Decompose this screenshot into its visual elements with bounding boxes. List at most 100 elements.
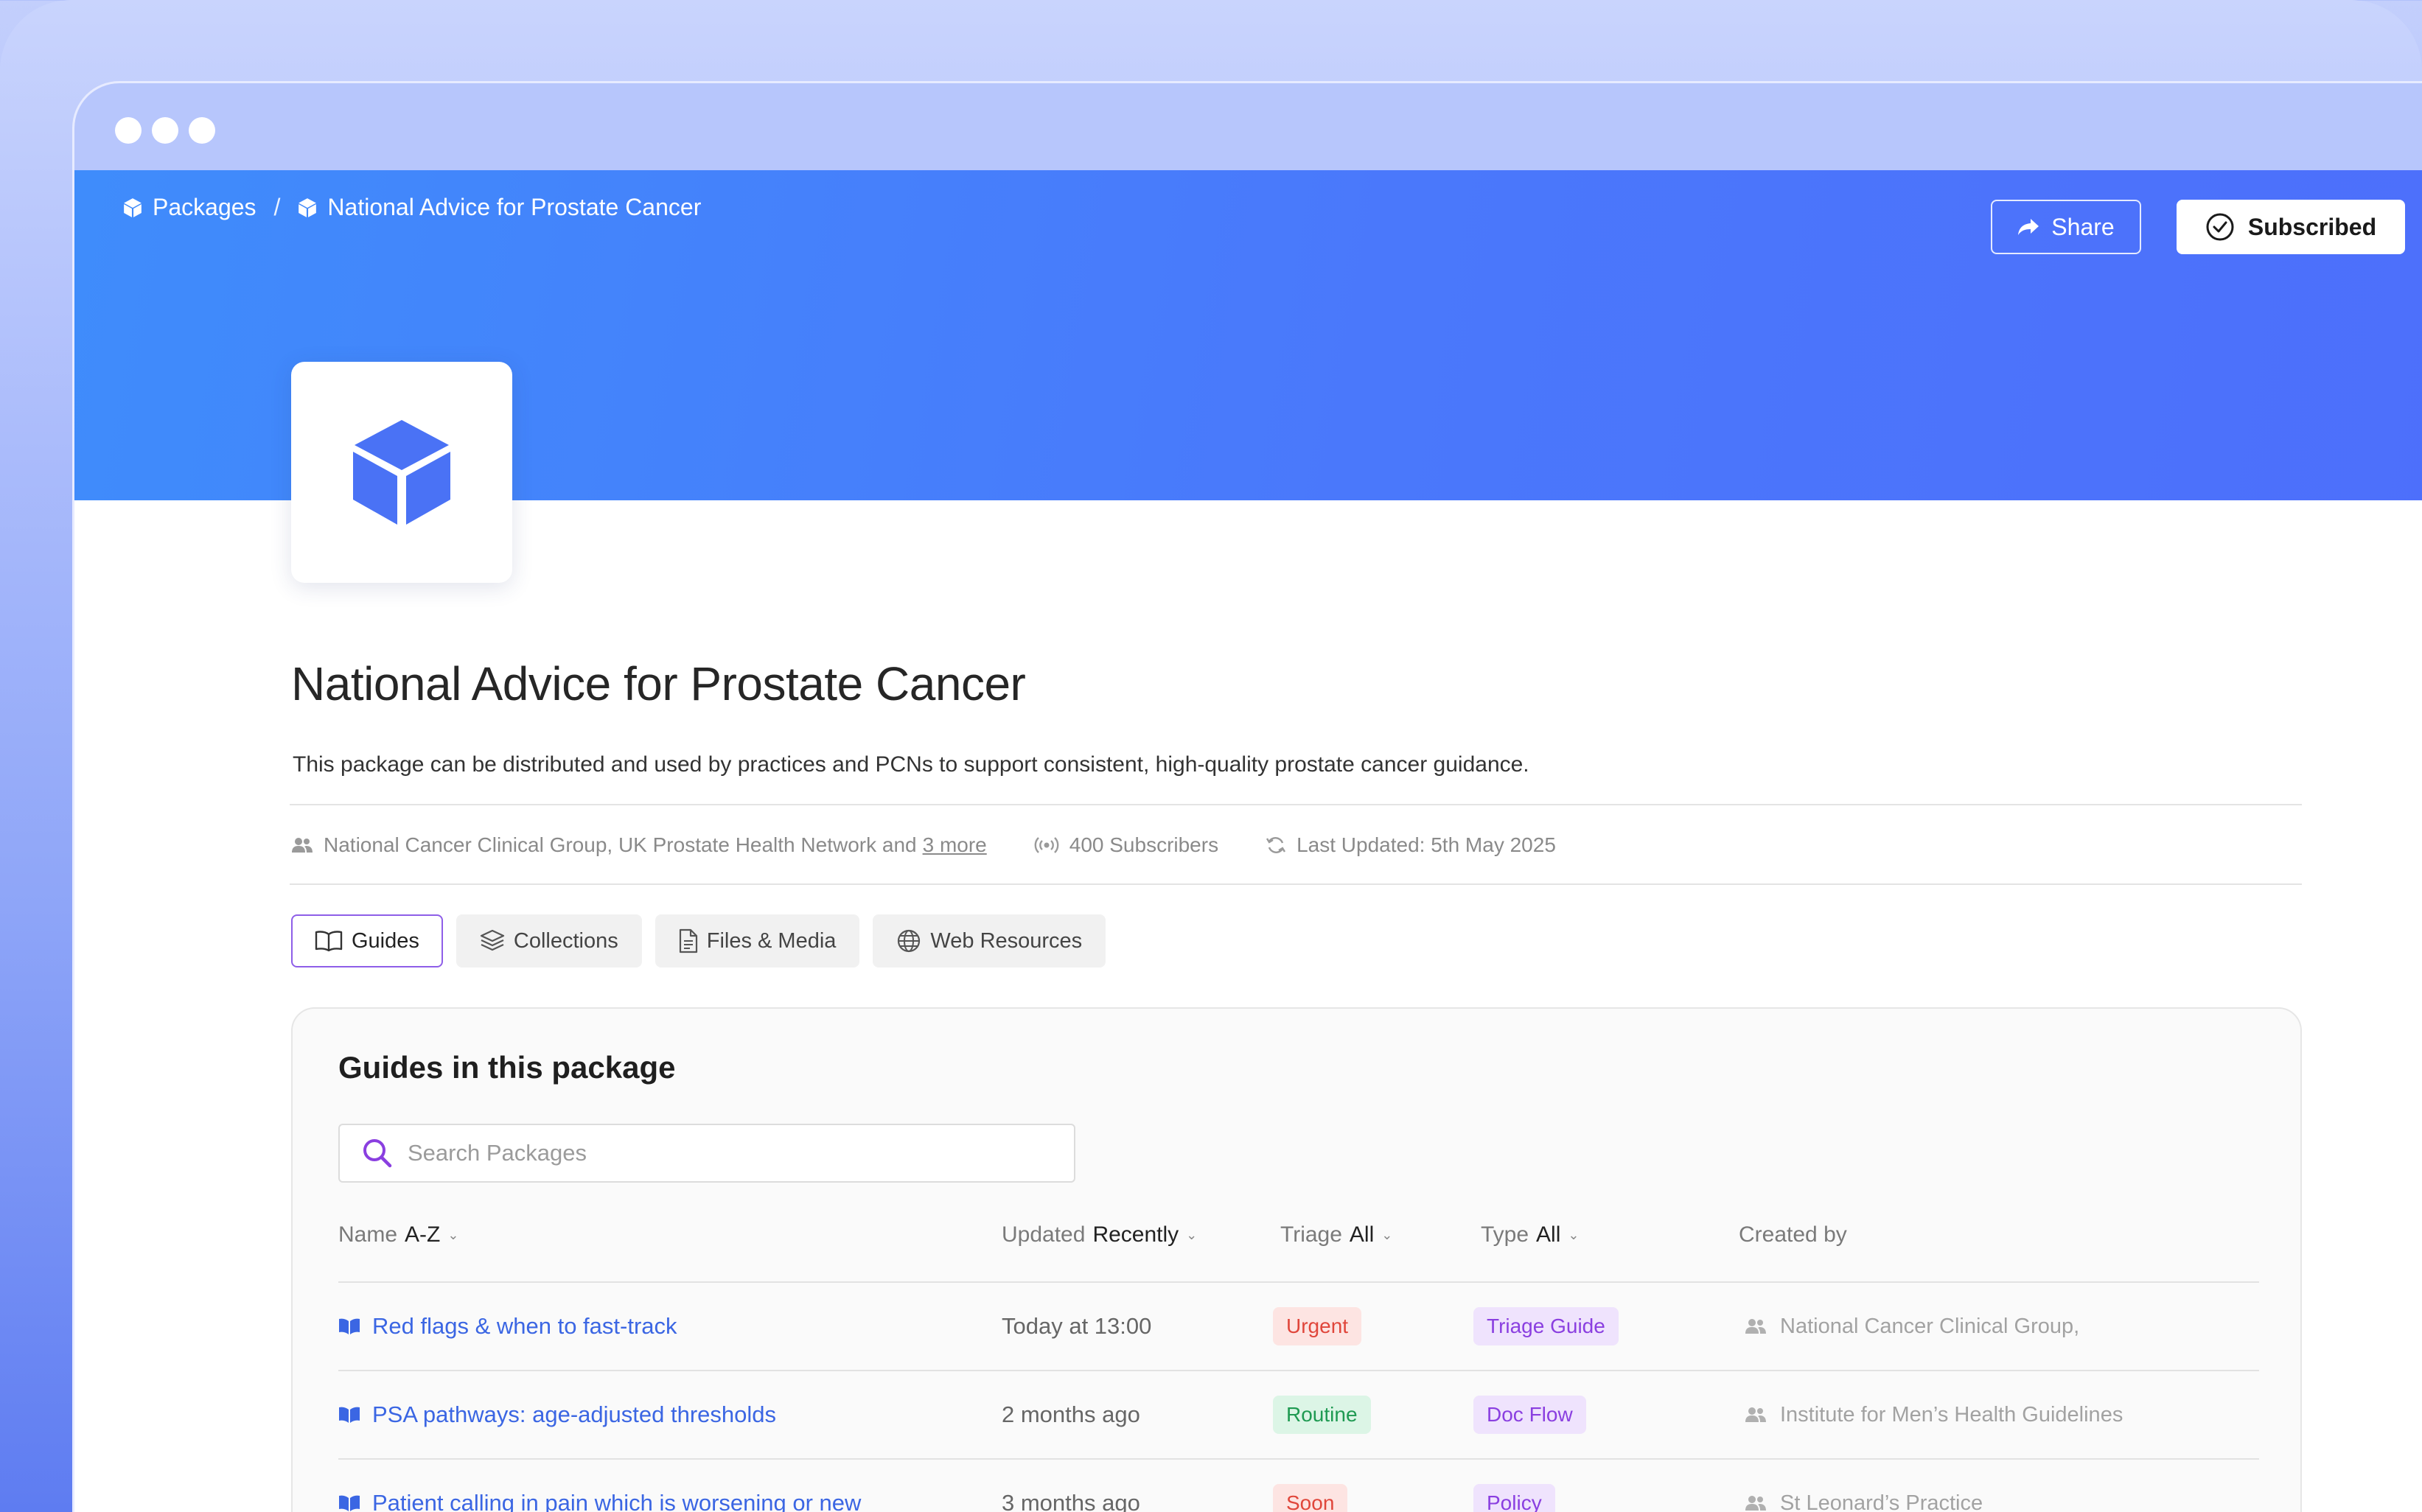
authors-text: National Cancer Clinical Group, UK Prost…: [324, 833, 917, 856]
column-name-label: Name: [338, 1222, 398, 1247]
users-icon: [292, 838, 313, 853]
column-created-by: Created by: [1739, 1222, 1847, 1247]
share-icon: [2018, 219, 2039, 235]
tab-web-resources-label: Web Resources: [930, 928, 1083, 953]
subscribed-button[interactable]: Subscribed: [2177, 200, 2405, 254]
package-icon: [299, 197, 317, 217]
table-row[interactable]: Patient calling in pain which is worseni…: [338, 1460, 2259, 1512]
divider: [290, 883, 2302, 885]
guide-name-link[interactable]: PSA pathways: age-adjusted thresholds: [338, 1371, 776, 1458]
guide-name: Patient calling in pain which is worseni…: [372, 1490, 862, 1512]
chevron-down-icon: ⌄: [1568, 1227, 1580, 1242]
search-icon: [363, 1139, 392, 1168]
guide-name-link[interactable]: Patient calling in pain which is worseni…: [338, 1460, 861, 1512]
book-icon: [339, 1318, 360, 1334]
users-icon: [1745, 1407, 1766, 1422]
table-row[interactable]: Red flags & when to fast-track Today at …: [338, 1283, 2259, 1370]
last-updated-text: Last Updated: 5th May 2025: [1296, 833, 1556, 856]
package-meta: National Cancer Clinical Group, UK Prost…: [291, 833, 1603, 857]
guide-updated: Today at 13:00: [1002, 1313, 1152, 1339]
type-cell: Triage Guide: [1473, 1283, 1619, 1370]
created-by-cell: Institute for Men’s Health Guidelines: [1745, 1371, 2123, 1458]
created-by-cell: St Leonard’s Practice: [1745, 1460, 1983, 1512]
tab-files-media[interactable]: Files & Media: [655, 914, 860, 967]
chevron-down-icon: ⌄: [1186, 1227, 1198, 1242]
authors-more-link[interactable]: 3 more: [923, 833, 987, 857]
package-icon: [124, 197, 142, 217]
column-name-sort[interactable]: Name A-Z ⌄: [338, 1222, 458, 1247]
browser-window: Packages / National Advice for Prostate …: [72, 81, 2422, 1512]
last-updated-meta: Last Updated: 5th May 2025: [1266, 833, 1556, 857]
users-icon: [1745, 1319, 1766, 1334]
column-name-value: A-Z: [405, 1222, 441, 1247]
breadcrumb-packages-link[interactable]: Packages: [153, 194, 256, 221]
column-triage-filter[interactable]: Triage All ⌄: [1280, 1222, 1392, 1247]
panel-title: Guides in this package: [338, 1050, 676, 1085]
book-icon: [339, 1495, 360, 1511]
package-cube-icon: [353, 420, 450, 525]
divider: [290, 804, 2302, 805]
authors-meta: National Cancer Clinical Group, UK Prost…: [291, 833, 987, 857]
column-triage-label: Triage: [1280, 1222, 1342, 1247]
window-dot-close[interactable]: [115, 117, 142, 144]
globe-icon: [898, 929, 921, 953]
column-updated-value: Recently: [1092, 1222, 1179, 1247]
column-type-filter[interactable]: Type All ⌄: [1481, 1222, 1579, 1247]
tab-collections[interactable]: Collections: [456, 914, 642, 967]
triage-badge: Routine: [1273, 1396, 1371, 1434]
users-icon: [1745, 1496, 1766, 1511]
package-tabs: Guides Collections Files & Media Web Res…: [291, 914, 1106, 967]
triage-cell: Soon: [1273, 1460, 1348, 1512]
guide-updated: 2 months ago: [1002, 1401, 1140, 1427]
triage-badge: Urgent: [1273, 1307, 1362, 1345]
broadcast-icon: [1034, 837, 1059, 853]
guide-name-link[interactable]: Red flags & when to fast-track: [338, 1283, 677, 1370]
breadcrumb-current: National Advice for Prostate Cancer: [327, 194, 702, 220]
window-titlebar: [74, 83, 2422, 170]
chevron-down-icon: ⌄: [1381, 1227, 1393, 1242]
triage-cell: Urgent: [1273, 1283, 1362, 1370]
package-description: This package can be distributed and used…: [293, 752, 1529, 777]
subscribers-meta: 400 Subscribers: [1034, 833, 1218, 857]
column-created-by-label: Created by: [1739, 1222, 1847, 1247]
triage-badge: Soon: [1273, 1484, 1348, 1512]
search-box: [338, 1124, 1075, 1183]
search-input[interactable]: [408, 1140, 1041, 1166]
created-by-cell: National Cancer Clinical Group,: [1745, 1283, 2079, 1370]
tab-collections-label: Collections: [513, 928, 618, 953]
package-logo: [291, 362, 512, 583]
created-by-text: Institute for Men’s Health Guidelines: [1780, 1402, 2123, 1427]
table-header: Name A-Z ⌄ Updated Recently ⌄ Triage All…: [338, 1222, 2255, 1252]
column-type-label: Type: [1481, 1222, 1529, 1247]
guide-name: PSA pathways: age-adjusted thresholds: [372, 1401, 777, 1427]
share-button-label: Share: [2051, 213, 2115, 240]
breadcrumb: Packages / National Advice for Prostate …: [123, 194, 701, 221]
page-title: National Advice for Prostate Cancer: [291, 657, 1026, 710]
column-updated-sort[interactable]: Updated Recently ⌄: [1002, 1222, 1197, 1247]
tab-guides-label: Guides: [352, 928, 419, 953]
file-icon: [679, 928, 697, 953]
book-open-icon: [315, 931, 343, 952]
layers-icon: [480, 929, 504, 951]
chevron-down-icon: ⌄: [447, 1227, 459, 1242]
triage-cell: Routine: [1273, 1371, 1371, 1458]
tab-guides[interactable]: Guides: [291, 914, 443, 967]
tab-web-resources[interactable]: Web Resources: [873, 914, 1106, 967]
book-icon: [339, 1407, 360, 1423]
check-circle-icon: [2206, 213, 2234, 241]
created-by-text: National Cancer Clinical Group,: [1780, 1314, 2080, 1338]
subscribers-count: 400 Subscribers: [1069, 833, 1219, 856]
table-row[interactable]: PSA pathways: age-adjusted thresholds 2 …: [338, 1371, 2259, 1458]
column-updated-label: Updated: [1002, 1222, 1086, 1247]
window-dot-maximize[interactable]: [189, 117, 215, 144]
type-badge: Policy: [1473, 1484, 1555, 1512]
type-badge: Doc Flow: [1473, 1396, 1586, 1434]
subscribed-button-label: Subscribed: [2247, 213, 2377, 240]
type-cell: Policy: [1473, 1460, 1555, 1512]
window-dot-minimize[interactable]: [152, 117, 178, 144]
guides-panel: Guides in this package Name A-Z ⌄ Update…: [291, 1007, 2302, 1512]
column-type-value: All: [1536, 1222, 1561, 1247]
column-triage-value: All: [1349, 1222, 1375, 1247]
share-button[interactable]: Share: [1991, 200, 2141, 254]
type-cell: Doc Flow: [1473, 1371, 1586, 1458]
